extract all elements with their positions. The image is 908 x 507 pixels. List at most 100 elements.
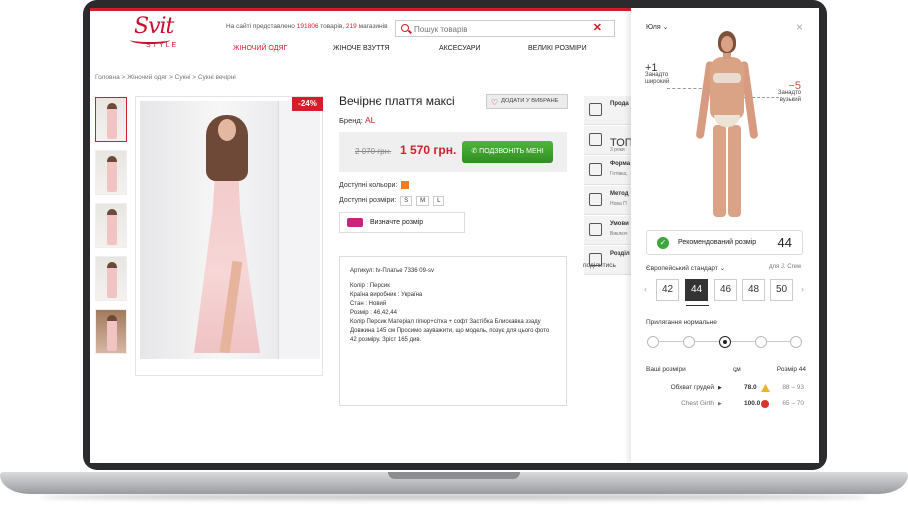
fit-step-selected[interactable]	[719, 336, 731, 348]
nav-item-womens-shoes[interactable]: ЖІНОЧЕ ВЗУТТЯ	[333, 45, 390, 52]
product-image[interactable]	[135, 96, 323, 376]
stats-products: 191806	[296, 23, 319, 30]
recommended-value: 44	[777, 235, 792, 250]
fit-step[interactable]	[755, 336, 767, 348]
available-colors: Доступні кольори:	[339, 181, 410, 189]
breadcrumb[interactable]: Головна > Жіночий одяг > Сукні > Сукні в…	[95, 74, 236, 81]
measurement-row[interactable]: Chest Girth ▶ 100.0 65 – 70	[646, 400, 806, 410]
search-icon[interactable]	[401, 24, 409, 32]
unit-selector[interactable]: см ⌄	[733, 366, 741, 374]
recommended-size-card: ✓ Рекомендований розмір 44	[646, 230, 803, 255]
thumbnail[interactable]	[95, 150, 127, 195]
heart-icon: ♡	[491, 98, 499, 107]
recommended-label: Рекомендований розмір	[678, 239, 757, 246]
error-icon	[761, 400, 769, 408]
stats-suffix: магазинів	[358, 23, 388, 30]
warning-icon	[761, 384, 770, 392]
colors-label: Доступні кольори:	[339, 181, 398, 189]
nav-item-plus-sizes[interactable]: ВЕЛИКІ РОЗМІРИ	[528, 45, 587, 52]
brand-label: Бренд:	[339, 116, 363, 125]
thumbnail[interactable]	[95, 256, 127, 301]
too-wide-annotation: +1 Занадто широкий	[645, 62, 670, 86]
info-row-top: ТОП 3 роки	[584, 126, 634, 155]
box-icon	[589, 223, 602, 236]
fit-label: Прилягання нормальне	[646, 319, 717, 326]
fit-slider[interactable]	[647, 336, 802, 348]
logo-subtext: STYLE	[146, 42, 179, 49]
stats-stores: 219	[345, 23, 357, 30]
product-brand: Бренд: AL	[339, 115, 375, 125]
top-accent-bar	[90, 8, 631, 11]
measurement-row[interactable]: Обхват грудей ▶ 78.0 88 – 93	[646, 384, 806, 394]
size-option[interactable]: 42	[656, 279, 679, 301]
chevron-left-icon[interactable]: ‹	[644, 284, 647, 294]
add-to-favorites-button[interactable]: ♡ ДОДАТИ У ВИБРАНЕ	[486, 94, 568, 109]
info-row-payment[interactable]: Форма Готівка,	[584, 156, 634, 185]
info-row-seller[interactable]: Прода	[584, 96, 634, 125]
search-bar: ✕	[395, 20, 615, 37]
brand-link[interactable]: AL	[365, 115, 375, 125]
info-row-delivery[interactable]: Метод Нова П	[584, 186, 634, 215]
sizes-label: Доступні розміри:	[339, 197, 397, 204]
description-line: Країна виробник : Україна	[350, 292, 423, 298]
size-option[interactable]: M	[416, 196, 430, 206]
size-option[interactable]: S	[400, 196, 413, 206]
info-row-conditions[interactable]: Умови Виключ	[584, 216, 634, 245]
stats-mid: товарів,	[320, 23, 345, 30]
chevron-right-icon[interactable]: ›	[801, 284, 804, 294]
chevron-down-icon: ⌄	[719, 265, 726, 272]
find-size-button[interactable]: Визначте розмір	[339, 212, 465, 233]
favorite-label: ДОДАТИ У ВИБРАНЕ	[501, 98, 559, 104]
user-icon	[589, 103, 602, 116]
truck-icon	[589, 193, 602, 206]
info-row-retail[interactable]: Розділ	[584, 246, 634, 275]
description-line: Колір Персик Матеріал гіпюр+сітка + софт…	[350, 319, 550, 343]
caret-right-icon: ▶	[718, 385, 722, 391]
brand-reference: для J. Crew	[769, 264, 802, 270]
clear-icon[interactable]: ✕	[593, 21, 602, 34]
fit-step[interactable]	[647, 336, 659, 348]
size-standard-selector[interactable]: Європейський стандарт ⌄	[646, 264, 725, 272]
description-line: Колір : Персик	[350, 283, 390, 289]
too-wide-value: +1	[645, 62, 658, 74]
too-narrow-value: −5	[788, 80, 801, 92]
share-label[interactable]: поділитись	[583, 262, 616, 269]
size-option[interactable]: 48	[742, 279, 765, 301]
body-avatar	[693, 31, 761, 219]
description-line: Стан : Новий	[350, 301, 387, 307]
call-label: ПОДЗВОНІТЬ МЕНІ	[479, 148, 544, 155]
size-selector: ‹ 42 44 46 48 50 ›	[644, 279, 809, 306]
thumbnail[interactable]	[95, 309, 127, 354]
product-title: Вечірнє плаття максі	[339, 94, 455, 108]
size-option[interactable]: 50	[770, 279, 793, 301]
phone-icon: ✆	[471, 148, 480, 155]
laptop-base	[0, 466, 908, 500]
fit-step[interactable]	[790, 336, 802, 348]
user-selector[interactable]: Юля ⌄	[646, 23, 668, 31]
nav-item-womens-clothing[interactable]: ЖІНОЧИЙ ОДЯГ	[233, 45, 287, 52]
rating-icon	[589, 133, 602, 146]
thumbnail[interactable]	[95, 97, 127, 142]
article-value: tv-Платье 7336 09-sv	[375, 268, 434, 274]
color-swatch[interactable]	[401, 181, 410, 189]
size-option[interactable]: 46	[714, 279, 737, 301]
check-icon: ✓	[657, 237, 669, 249]
search-input[interactable]	[414, 23, 584, 35]
thumbnail[interactable]	[95, 203, 127, 248]
main-nav: ЖІНОЧИЙ ОДЯГ ЖІНОЧЕ ВЗУТТЯ АКСЕСУАРИ ВЕЛ…	[210, 45, 640, 59]
fit-step[interactable]	[683, 336, 695, 348]
product-description: Артикул: tv-Платье 7336 09-sv Колір : Пе…	[339, 256, 567, 406]
call-me-button[interactable]: ✆ ПОДЗВОНІТЬ МЕНІ	[462, 141, 553, 163]
price-box: 2 070 грн. 1 570 грн. ✆ ПОДЗВОНІТЬ МЕНІ	[339, 132, 567, 172]
nav-item-accessories[interactable]: АКСЕСУАРИ	[439, 45, 481, 52]
size-option[interactable]: L	[433, 196, 445, 206]
size-advisor-panel: Юля ⌄ × +1 Занадто широкий −5 Занадто ву…	[631, 8, 819, 463]
caret-right-icon: ▶	[718, 401, 722, 407]
available-sizes: Доступні розміри: S M L	[339, 196, 445, 206]
logo[interactable]: Svit STYLE	[130, 14, 188, 54]
size-option-selected[interactable]: 44	[685, 279, 709, 306]
close-icon[interactable]: ×	[796, 20, 803, 34]
laptop-screen: Svit STYLE На сайті представлено 191806 …	[90, 8, 819, 463]
user-name: Юля	[646, 24, 661, 31]
find-size-label: Визначте розмір	[370, 219, 424, 226]
